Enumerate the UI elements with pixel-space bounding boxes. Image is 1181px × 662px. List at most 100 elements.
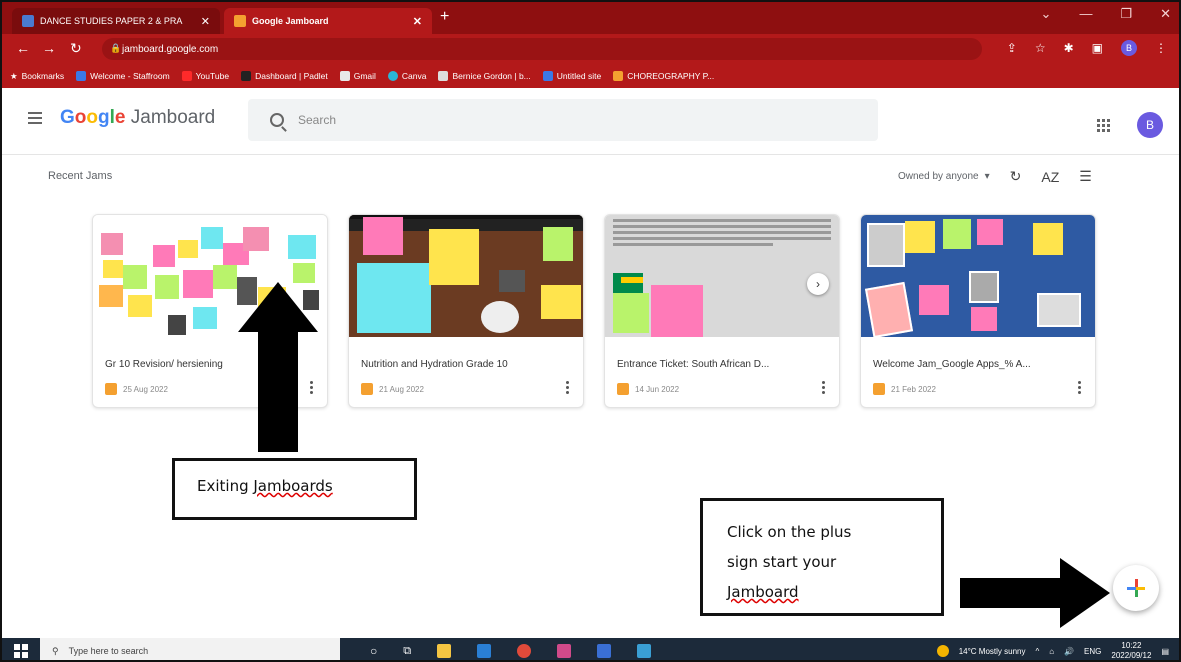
jam-date: 14 Jun 2022	[635, 384, 680, 394]
jamboard-icon	[105, 383, 117, 395]
lock-icon: 🔒	[110, 43, 122, 53]
network-icon[interactable]: ⌂	[1049, 647, 1054, 656]
padlet-icon	[241, 71, 252, 81]
product-name: Jamboard	[130, 107, 216, 128]
windows-start-icon[interactable]	[14, 644, 28, 658]
jam-thumbnail	[861, 215, 1095, 337]
url-text: jamboard.google.com	[122, 43, 219, 55]
list-toolbar: Owned by anyone ▾ ↻ AZ ☰	[898, 168, 1092, 185]
jam-card[interactable]: Welcome Jam_Google Apps_% A... 21 Feb 20…	[860, 214, 1096, 408]
star-icon[interactable]: ☆	[1035, 41, 1046, 55]
youtube-icon	[181, 71, 192, 81]
jam-meta: 21 Feb 2022	[873, 383, 936, 395]
new-tab-button[interactable]: +	[440, 8, 449, 26]
chevron-right-icon[interactable]: ›	[807, 273, 829, 295]
bookmark-item[interactable]: Gmail	[339, 71, 376, 81]
system-tray: 14°C Mostly sunny ^ ⌂ 🔊 ENG 10:22 2022/0…	[936, 638, 1169, 660]
back-icon[interactable]: ←	[16, 40, 30, 56]
owner-filter-dropdown[interactable]: Owned by anyone ▾	[898, 171, 990, 182]
sites-icon	[542, 71, 553, 81]
mail-icon[interactable]	[477, 644, 492, 658]
close-icon[interactable]: ✕	[413, 15, 422, 28]
avatar[interactable]: B	[1137, 112, 1163, 138]
jam-thumbnail	[605, 215, 839, 337]
jam-date: 21 Feb 2022	[891, 384, 936, 394]
list-view-icon[interactable]: ☰	[1079, 168, 1092, 185]
share-icon[interactable]: ⇪	[1007, 41, 1017, 55]
plus-icon	[1127, 579, 1145, 597]
jam-meta: 21 Aug 2022	[361, 383, 424, 395]
bookmark-item[interactable]: Untitled site	[542, 71, 601, 81]
language-indicator[interactable]: ENG	[1084, 647, 1101, 656]
chrome-icon[interactable]	[517, 644, 532, 658]
bookmark-item[interactable]: YouTube	[181, 71, 229, 81]
star-icon: ★	[10, 70, 18, 81]
section-title: Recent Jams	[48, 170, 113, 182]
bookmark-item[interactable]: Welcome - Staffroom	[76, 71, 170, 81]
bookmark-item[interactable]: CHOREOGRAPHY P...	[613, 71, 714, 81]
close-icon[interactable]: ✕	[201, 15, 210, 28]
notifications-icon[interactable]: ▤	[1161, 647, 1169, 656]
jam-title: Entrance Ticket: South African D...	[617, 359, 770, 370]
menu-kebab-icon[interactable]: ⋮	[1155, 41, 1167, 55]
jam-meta: 25 Aug 2022	[105, 383, 168, 395]
app-logo: Google Jamboard	[60, 107, 215, 129]
jam-card[interactable]: › Entrance Ticket: South African D... 14…	[604, 214, 840, 408]
reload-icon[interactable]: ↻	[70, 40, 82, 57]
more-options-icon[interactable]	[1078, 381, 1081, 394]
refresh-icon[interactable]: ↻	[1010, 168, 1022, 185]
file-explorer-icon[interactable]	[437, 644, 452, 658]
jam-title: Welcome Jam_Google Apps_% A...	[873, 359, 1031, 370]
address-bar-row: ← → ↻ 🔒 jamboard.google.com ⇪ ☆ ✱ ▣ B ⋮	[2, 34, 1179, 64]
menu-icon[interactable]	[28, 112, 42, 127]
tab-label: Google Jamboard	[252, 16, 329, 26]
clock[interactable]: 10:22 2022/09/12	[1111, 641, 1151, 660]
staffroom-icon	[76, 71, 87, 81]
sidepanel-icon[interactable]: ▣	[1092, 41, 1103, 55]
edge-icon[interactable]	[637, 644, 652, 658]
taskbar-search-input[interactable]: ⚲ Type here to search	[40, 638, 340, 660]
task-view-icon[interactable]: ⧉	[403, 645, 411, 658]
minimize-icon[interactable]: —	[1079, 6, 1092, 22]
close-window-icon[interactable]: ✕	[1160, 6, 1171, 22]
jam-thumbnail	[349, 215, 583, 337]
create-jam-button[interactable]	[1113, 565, 1159, 611]
volume-icon[interactable]: 🔊	[1064, 647, 1074, 656]
search-input[interactable]: Search	[248, 99, 878, 141]
gmail-icon	[339, 71, 350, 81]
chevron-up-icon[interactable]: ^	[1035, 647, 1039, 656]
bookmark-item[interactable]: Bernice Gordon | b...	[438, 71, 531, 81]
jam-date: 25 Aug 2022	[123, 384, 168, 394]
weather-icon	[936, 645, 949, 657]
forward-icon[interactable]: →	[42, 40, 56, 56]
browser-profile-icon[interactable]: B	[1121, 40, 1137, 56]
google-apps-icon[interactable]	[1097, 119, 1110, 132]
choreography-icon	[613, 71, 624, 81]
word-icon[interactable]	[597, 644, 612, 658]
restore-icon[interactable]: ❐	[1120, 6, 1132, 22]
tab-google-jamboard[interactable]: Google Jamboard ✕	[224, 8, 432, 34]
taskbar-apps: ○ ⧉	[370, 644, 652, 658]
sort-icon[interactable]: AZ	[1041, 169, 1059, 185]
jam-card[interactable]: Nutrition and Hydration Grade 10 21 Aug …	[348, 214, 584, 408]
google-wordmark: Google	[60, 107, 126, 128]
bookmarks-bar: ★ Bookmarks Welcome - Staffroom YouTube D…	[2, 64, 1179, 88]
photos-icon[interactable]	[557, 644, 572, 658]
more-options-icon[interactable]	[822, 381, 825, 394]
caret-down-icon: ▾	[984, 171, 990, 182]
tab-search-icon[interactable]: ⌄	[1041, 6, 1052, 22]
weather-text[interactable]: 14°C Mostly sunny	[959, 647, 1026, 656]
annotation-plus-sign: Click on the plus sign start your Jamboa…	[700, 498, 944, 616]
more-options-icon[interactable]	[566, 381, 569, 394]
cortana-icon[interactable]: ○	[370, 644, 377, 658]
canva-icon	[387, 71, 398, 81]
extensions-icon[interactable]: ✱	[1064, 41, 1074, 55]
browser-actions: ⇪ ☆ ✱ ▣ B ⋮	[1007, 40, 1167, 56]
bookmark-item[interactable]: Dashboard | Padlet	[241, 71, 328, 81]
jamboard-icon	[873, 383, 885, 395]
bookmark-item[interactable]: ★ Bookmarks	[10, 71, 64, 82]
bookmark-item[interactable]: Canva	[387, 71, 426, 81]
tab-dance-studies[interactable]: DANCE STUDIES PAPER 2 & PRA ✕	[12, 8, 220, 34]
url-field[interactable]: 🔒 jamboard.google.com	[102, 38, 982, 60]
jam-title: Nutrition and Hydration Grade 10	[361, 359, 508, 370]
